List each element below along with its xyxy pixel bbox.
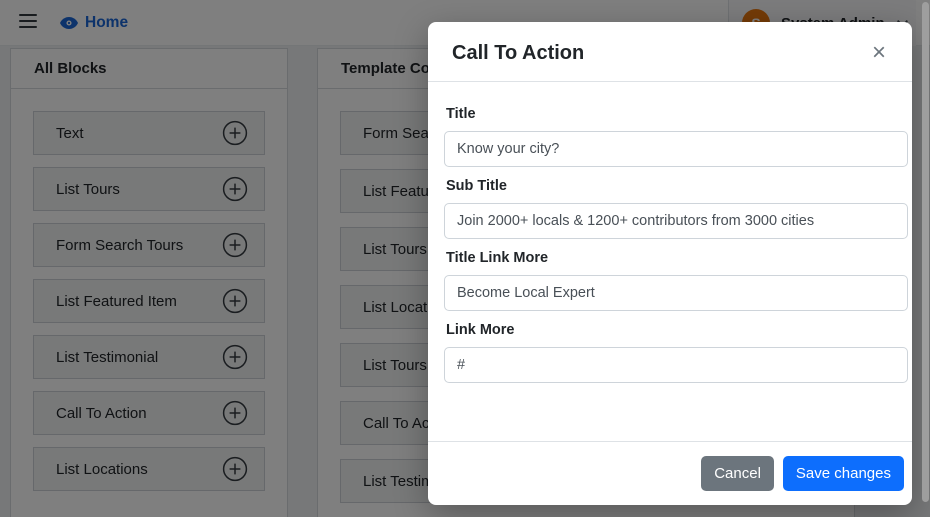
scrollbar-thumb[interactable] [922,2,929,502]
sub-title-input[interactable] [444,203,908,239]
modal-title: Call To Action [452,39,584,67]
title-link-more-label: Title Link More [446,250,908,267]
close-icon[interactable]: × [870,39,888,67]
sub-title-label: Sub Title [446,178,908,195]
title-input[interactable] [444,131,908,167]
save-changes-button[interactable]: Save changes [783,456,904,491]
link-more-input[interactable] [444,347,908,383]
link-more-label: Link More [446,322,908,339]
call-to-action-modal: Call To Action × Title Sub Title Title L… [428,22,912,505]
title-link-more-input[interactable] [444,275,908,311]
modal-body: Title Sub Title Title Link More Link Mor… [428,82,912,441]
modal-footer: Cancel Save changes [428,441,912,505]
cancel-button[interactable]: Cancel [701,456,774,491]
title-label: Title [446,106,908,123]
modal-header: Call To Action × [428,22,912,82]
